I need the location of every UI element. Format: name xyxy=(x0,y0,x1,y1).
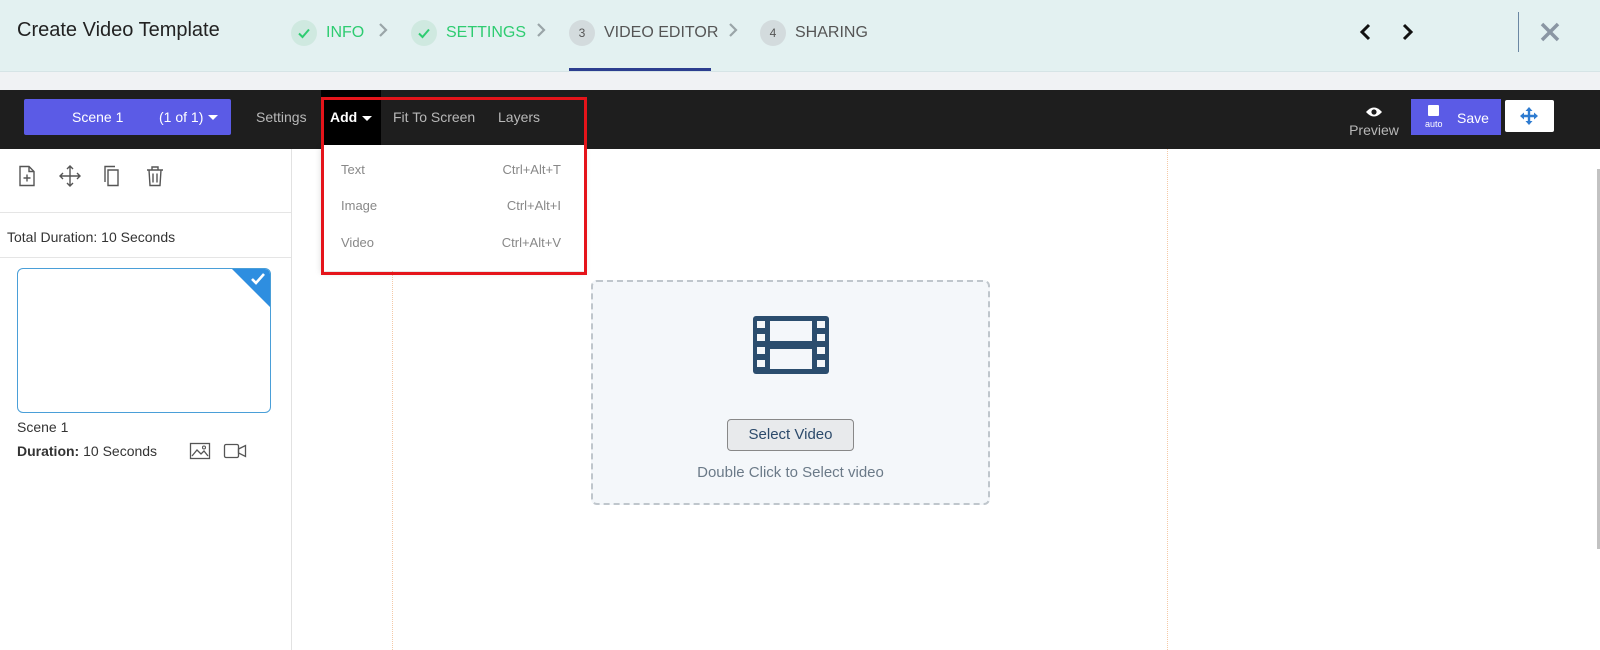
close-icon[interactable] xyxy=(1538,20,1562,44)
move-button[interactable] xyxy=(1505,100,1554,132)
preview-button[interactable]: Preview xyxy=(1346,104,1402,144)
settings-link[interactable]: Settings xyxy=(256,109,307,125)
caret-down-icon xyxy=(208,115,218,120)
menu-item-label: Video xyxy=(341,235,375,250)
video-placeholder[interactable]: Select Video Double Click to Select vide… xyxy=(591,280,990,505)
step-number: 3 xyxy=(569,20,595,46)
chevron-right-icon xyxy=(378,22,388,43)
add-dropdown-menu: Text Ctrl+Alt+T Image Ctrl+Alt+I Video C… xyxy=(321,145,585,271)
eye-icon xyxy=(1366,107,1382,117)
menu-item-shortcut: Ctrl+Alt+I xyxy=(506,198,561,213)
image-icon xyxy=(189,442,211,460)
scene-name: Scene 1 xyxy=(17,419,69,435)
video-camera-icon xyxy=(223,442,247,460)
step-info[interactable]: INFO xyxy=(291,19,364,47)
wizard-header: Create Video Template INFO SETTINGS 3 VI… xyxy=(0,0,1600,72)
new-scene-icon[interactable] xyxy=(17,165,39,189)
menu-item-label: Image xyxy=(341,198,378,213)
check-icon xyxy=(250,272,266,286)
active-step-indicator xyxy=(569,68,711,71)
total-duration: Total Duration: 10 Seconds xyxy=(7,229,176,245)
step-label: INFO xyxy=(326,24,365,41)
chevron-right-icon xyxy=(728,22,738,43)
step-label: SHARING xyxy=(795,24,868,41)
add-menu-label: Add xyxy=(330,109,358,125)
header-spacer xyxy=(0,72,1600,90)
double-click-hint: Double Click to Select video xyxy=(697,464,884,481)
page-title: Create Video Template xyxy=(17,19,220,41)
step-label: VIDEO EDITOR xyxy=(604,24,719,41)
scene-selector-button[interactable]: Scene 1 (1 of 1) xyxy=(24,99,231,135)
menu-item-add-image[interactable]: Image Ctrl+Alt+I xyxy=(321,188,585,224)
scene-duration: Duration: 10 Seconds xyxy=(17,443,157,459)
menu-item-shortcut: Ctrl+Alt+V xyxy=(501,235,561,250)
layers-link[interactable]: Layers xyxy=(498,109,540,125)
duration-value: 10 Seconds xyxy=(83,443,158,459)
check-icon xyxy=(291,20,317,46)
film-strip-icon xyxy=(753,316,829,374)
add-menu-button[interactable]: Add xyxy=(321,90,381,149)
scene-selector-name: Scene 1 xyxy=(72,109,124,125)
vertical-scrollbar[interactable] xyxy=(1568,149,1600,650)
scene-thumbnail[interactable] xyxy=(17,268,271,413)
menu-item-label: Text xyxy=(341,162,365,177)
menu-item-add-video[interactable]: Video Ctrl+Alt+V xyxy=(321,225,585,261)
scenes-sidebar: Total Duration: 10 Seconds Scene 1 Durat… xyxy=(0,149,292,650)
chevron-right-icon xyxy=(536,22,546,43)
step-sharing[interactable]: 4 SHARING xyxy=(760,19,868,47)
menu-item-shortcut: Ctrl+Alt+T xyxy=(502,162,561,177)
duration-label: Duration: xyxy=(17,443,80,459)
move-arrows-icon xyxy=(1520,107,1538,125)
move-scene-icon[interactable] xyxy=(59,165,81,189)
scene-selector-count: (1 of 1) xyxy=(159,109,204,125)
divider xyxy=(0,257,291,258)
caret-down-icon xyxy=(362,116,372,121)
step-label: SETTINGS xyxy=(446,24,527,41)
delete-scene-icon[interactable] xyxy=(145,165,167,189)
check-icon xyxy=(411,20,437,46)
previous-arrow-icon[interactable] xyxy=(1355,20,1375,44)
select-video-button[interactable]: Select Video xyxy=(727,419,854,451)
header-divider xyxy=(1518,12,1519,52)
step-number: 4 xyxy=(760,20,786,46)
step-settings[interactable]: SETTINGS xyxy=(411,19,526,47)
fit-to-screen-link[interactable]: Fit To Screen xyxy=(393,109,475,125)
auto-save-checkbox[interactable] xyxy=(1428,105,1439,116)
preview-label: Preview xyxy=(1349,122,1399,138)
save-label: Save xyxy=(1457,110,1489,126)
editor-toolbar: Scene 1 (1 of 1) Settings Add Fit To Scr… xyxy=(0,90,1600,149)
save-button[interactable]: auto Save xyxy=(1411,99,1501,135)
step-video-editor[interactable]: 3 VIDEO EDITOR xyxy=(569,19,718,47)
menu-item-add-text[interactable]: Text Ctrl+Alt+T xyxy=(321,152,585,188)
auto-save-label: auto xyxy=(1425,119,1443,129)
next-arrow-icon[interactable] xyxy=(1398,20,1418,44)
scene-tools xyxy=(0,149,291,213)
copy-scene-icon[interactable] xyxy=(102,165,124,189)
